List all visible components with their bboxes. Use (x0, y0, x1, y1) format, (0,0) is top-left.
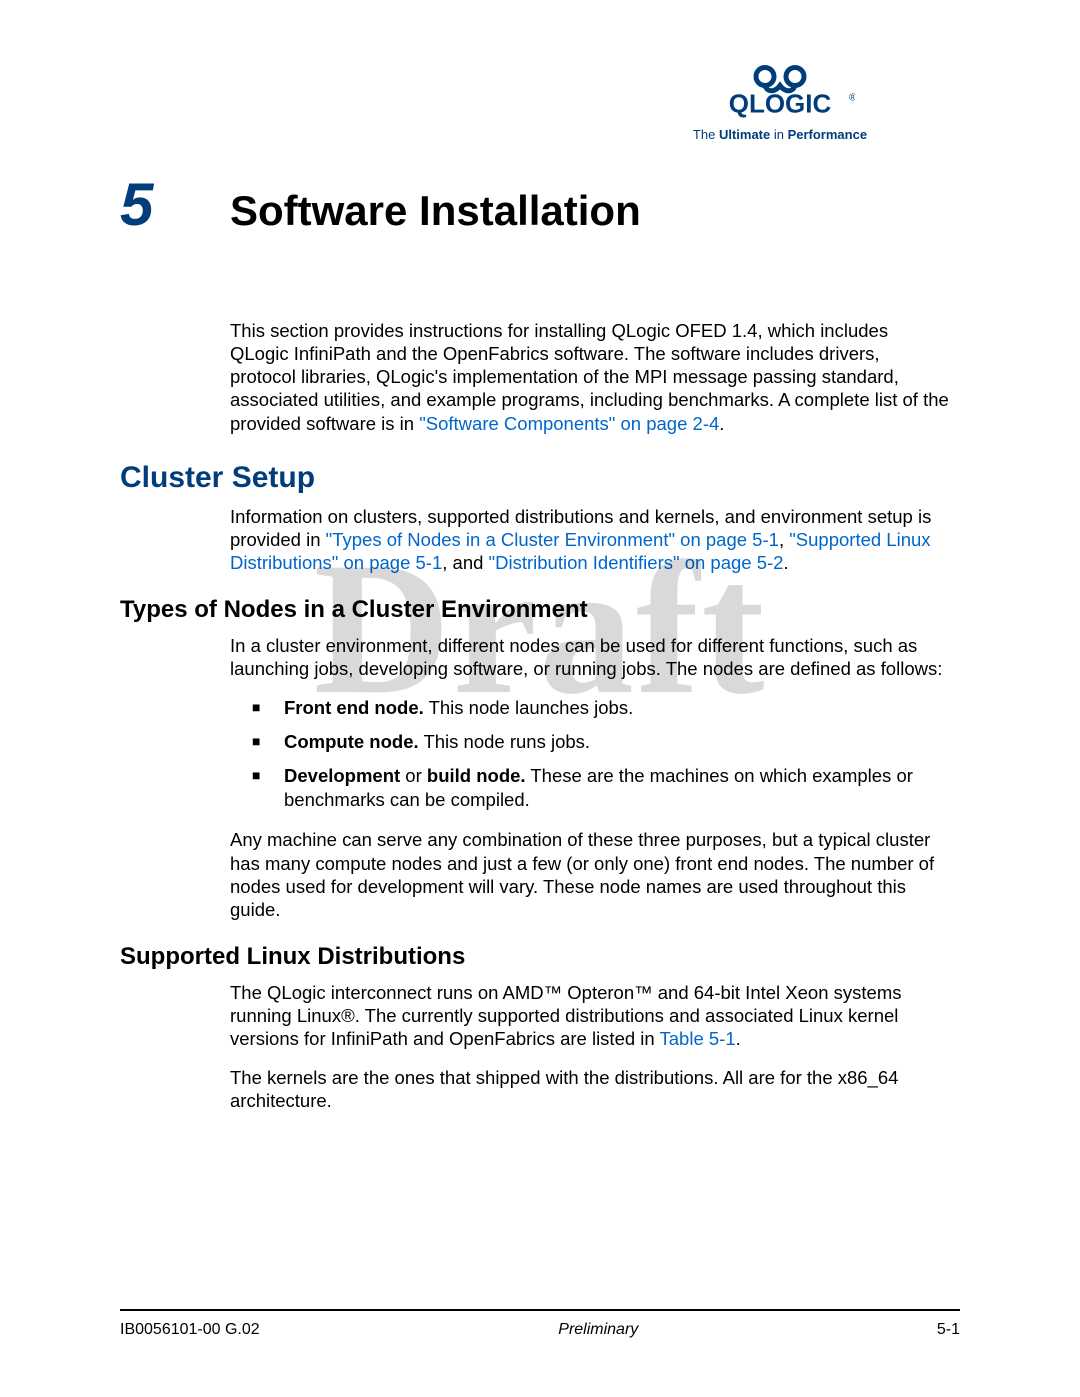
footer-page-number: 5-1 (937, 1321, 960, 1339)
svg-text:®: ® (849, 93, 855, 104)
types-nodes-intro: In a cluster environment, different node… (230, 634, 950, 680)
intro-paragraph: This section provides instructions for i… (230, 319, 950, 435)
chapter-number: 5 (120, 170, 230, 239)
types-nodes-outro: Any machine can serve any combination of… (230, 828, 950, 921)
qlogic-icon: QLOGIC ® (705, 60, 855, 120)
supported-distros-p1: The QLogic interconnect runs on AMD™ Opt… (230, 981, 950, 1050)
footer-status: Preliminary (558, 1321, 638, 1339)
link-distribution-identifiers[interactable]: "Distribution Identifiers" on page 5-2 (489, 552, 784, 573)
footer-doc-id: IB0056101-00 G.02 (120, 1321, 260, 1339)
link-types-nodes[interactable]: "Types of Nodes in a Cluster Environment… (326, 529, 779, 550)
link-software-components[interactable]: "Software Components" on page 2-4 (419, 413, 719, 434)
brand-logo: QLOGIC ® The Ultimate in Performance (680, 60, 880, 142)
supported-distros-p2: The kernels are the ones that shipped wi… (230, 1066, 950, 1112)
chapter-title: Software Installation (230, 187, 641, 235)
list-item: Development or build node. These are the… (252, 764, 950, 812)
list-item: Front end node. This node launches jobs. (252, 696, 950, 720)
brand-tagline: The Ultimate in Performance (680, 127, 880, 142)
heading-supported-distros: Supported Linux Distributions (120, 943, 950, 971)
list-item: Compute node. This node runs jobs. (252, 730, 950, 754)
cluster-setup-paragraph: Information on clusters, supported distr… (230, 505, 950, 574)
node-types-list: Front end node. This node launches jobs.… (252, 696, 950, 812)
heading-types-of-nodes: Types of Nodes in a Cluster Environment (120, 596, 950, 624)
footer-divider (120, 1309, 960, 1311)
link-table-5-1[interactable]: Table 5-1 (660, 1028, 736, 1049)
heading-cluster-setup: Cluster Setup (120, 461, 950, 495)
svg-text:QLOGIC: QLOGIC (729, 89, 832, 119)
